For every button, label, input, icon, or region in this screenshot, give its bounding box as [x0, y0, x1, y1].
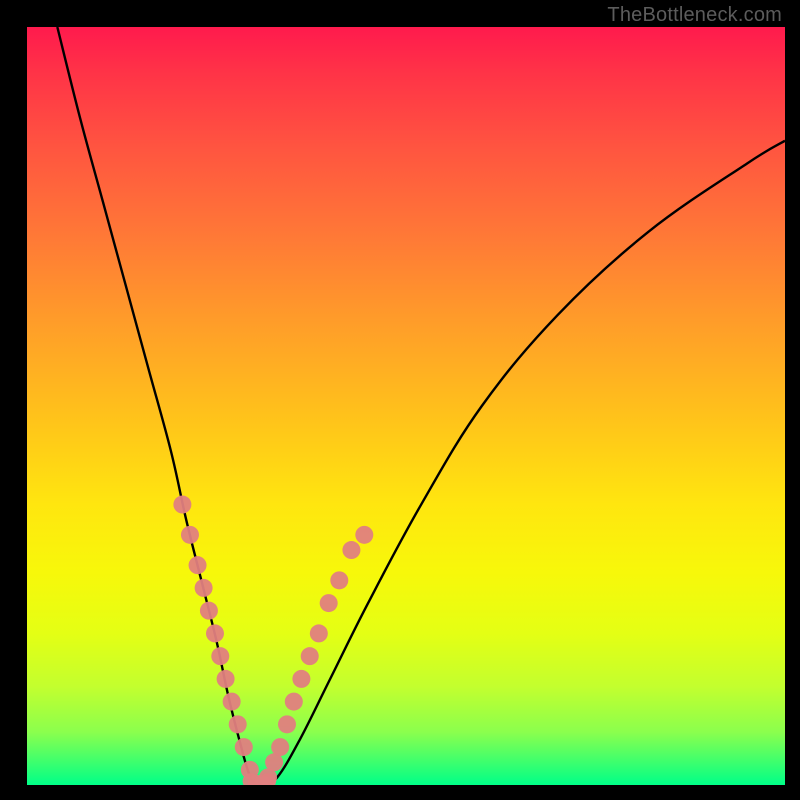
- data-marker: [292, 670, 310, 688]
- data-marker: [223, 693, 241, 711]
- data-marker: [173, 496, 191, 514]
- data-marker: [200, 602, 218, 620]
- marker-group: [173, 496, 373, 785]
- data-marker: [211, 647, 229, 665]
- data-marker: [301, 647, 319, 665]
- data-marker: [342, 541, 360, 559]
- data-marker: [320, 594, 338, 612]
- data-marker: [278, 715, 296, 733]
- data-marker: [235, 738, 253, 756]
- data-marker: [355, 526, 373, 544]
- data-marker: [195, 579, 213, 597]
- chart-frame: TheBottleneck.com: [0, 0, 800, 800]
- data-marker: [181, 526, 199, 544]
- data-marker: [310, 624, 328, 642]
- watermark-text: TheBottleneck.com: [607, 4, 782, 27]
- data-marker: [330, 571, 348, 589]
- data-marker: [206, 624, 224, 642]
- plot-area: [27, 27, 785, 785]
- bottleneck-curve-path: [57, 27, 785, 785]
- chart-svg: [27, 27, 785, 785]
- curve-group: [57, 27, 785, 785]
- data-marker: [217, 670, 235, 688]
- data-marker: [229, 715, 247, 733]
- data-marker: [285, 693, 303, 711]
- data-marker: [189, 556, 207, 574]
- data-marker: [271, 738, 289, 756]
